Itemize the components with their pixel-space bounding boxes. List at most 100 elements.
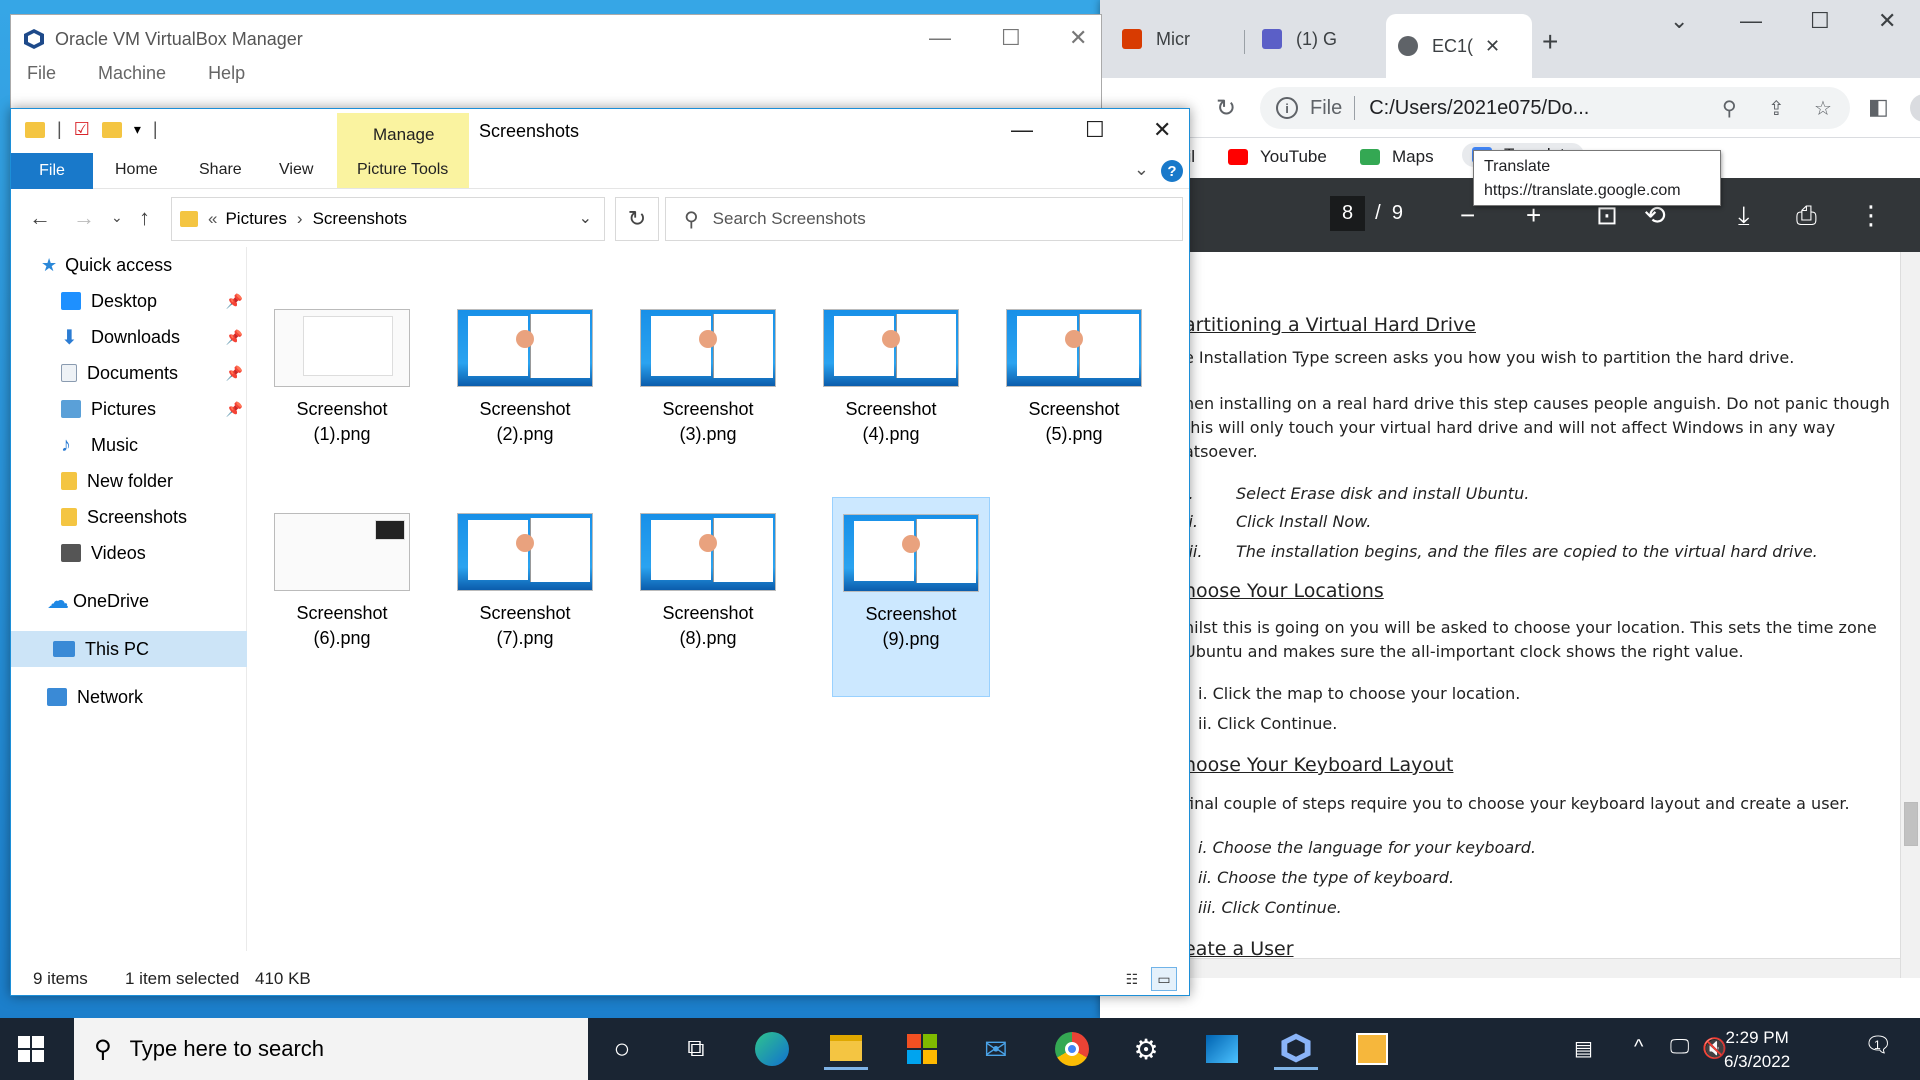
file-tile-selected[interactable]: Screenshot (9).png <box>832 497 990 697</box>
chrome-tab-teams[interactable]: (1) G <box>1250 20 1337 58</box>
tab-home[interactable]: Home <box>115 161 158 179</box>
nav-item-downloads[interactable]: ⬇ Downloads 📌 <box>11 319 247 355</box>
show-hidden-icons-icon[interactable]: ^ <box>1634 1036 1643 1059</box>
nav-item-music[interactable]: ♪ Music <box>11 427 247 463</box>
refresh-button[interactable]: ↻ <box>615 197 659 241</box>
cortana-icon[interactable]: ○ <box>600 1028 644 1070</box>
help-icon[interactable]: ? <box>1161 160 1183 182</box>
taskbar-search-input[interactable]: ⚲ Type here to search <box>74 1018 588 1080</box>
forward-icon[interactable]: → <box>73 205 95 231</box>
file-tile[interactable]: Screenshot (6).png <box>263 497 421 697</box>
search-input[interactable]: ⚲ Search Screenshots <box>665 197 1183 241</box>
menu-file[interactable]: File <box>27 63 56 84</box>
paint-app-icon[interactable] <box>1350 1028 1394 1070</box>
edge-icon[interactable] <box>750 1028 794 1070</box>
input-indicator-icon[interactable]: ▤ <box>1574 1036 1593 1061</box>
network-status-icon[interactable]: 🖵 <box>1670 1036 1689 1059</box>
chrome-tab-active[interactable]: EC1( ✕ <box>1386 14 1532 78</box>
new-tab-button[interactable]: + <box>1542 26 1558 58</box>
file-tile[interactable]: Screenshot (4).png <box>812 293 970 493</box>
customize-dropdown-icon[interactable]: ▾ <box>134 121 141 138</box>
chevron-down-icon[interactable]: ⌄ <box>579 208 592 228</box>
new-folder-icon[interactable] <box>101 121 122 138</box>
properties-icon[interactable]: ☑ <box>74 119 90 140</box>
close-tab-icon[interactable]: ✕ <box>1485 36 1500 57</box>
pdf-horizontal-scrollbar[interactable] <box>1100 958 1900 978</box>
task-view-icon[interactable]: ⧉ <box>674 1028 718 1070</box>
menu-machine[interactable]: Machine <box>98 63 166 84</box>
tab-picture-tools[interactable]: Picture Tools <box>357 161 448 179</box>
bookmark-youtube[interactable]: YouTube <box>1228 147 1327 167</box>
side-panel-icon[interactable]: ◧ <box>1868 94 1889 120</box>
maximize-button[interactable]: ☐ <box>1001 25 1021 51</box>
up-icon[interactable]: ↑ <box>139 205 150 231</box>
pin-icon[interactable]: 📌 <box>226 329 243 346</box>
pin-icon[interactable]: 📌 <box>226 365 243 382</box>
file-tile[interactable]: Screenshot (2).png <box>446 293 604 493</box>
nav-item-this-pc[interactable]: This PC <box>11 631 247 667</box>
notification-center-icon[interactable]: 🗨 1 <box>1864 1032 1892 1058</box>
breadcrumb-screenshots[interactable]: Screenshots <box>313 209 408 229</box>
recent-locations-icon[interactable]: ⌄ <box>111 209 123 226</box>
pdf-vertical-scrollbar[interactable] <box>1900 252 1920 978</box>
file-tile[interactable]: Screenshot (5).png <box>995 293 1153 493</box>
nav-item-videos[interactable]: Videos <box>11 535 247 571</box>
chrome-tab-office[interactable]: Micr <box>1110 20 1190 58</box>
info-icon[interactable]: i <box>1276 97 1298 119</box>
mail-icon[interactable]: ✉ <box>974 1028 1018 1070</box>
bookmark-maps[interactable]: Maps <box>1360 147 1434 167</box>
settings-gear-icon[interactable]: ⚙ <box>1124 1028 1168 1070</box>
scroll-thumb[interactable] <box>1904 802 1918 846</box>
details-view-icon[interactable]: ☷ <box>1119 967 1145 991</box>
photos-icon[interactable] <box>1200 1028 1244 1070</box>
nav-item-screenshots[interactable]: Screenshots <box>11 499 247 535</box>
breadcrumb-pictures[interactable]: Pictures <box>225 209 286 229</box>
close-button[interactable]: ✕ <box>1069 25 1087 51</box>
nav-item-onedrive[interactable]: ☁ OneDrive <box>11 583 247 619</box>
more-options-icon[interactable]: ⋮ <box>1858 200 1884 231</box>
nav-item-documents[interactable]: Documents 📌 <box>11 355 247 391</box>
large-icons-view-icon[interactable]: ▭ <box>1151 967 1177 991</box>
system-clock[interactable]: 2:29 PM 6/3/2022 <box>1724 1026 1790 1074</box>
nav-item-quick-access[interactable]: ★ Quick access <box>11 247 247 283</box>
minimize-button[interactable]: — <box>929 25 951 51</box>
file-tile[interactable]: Screenshot (3).png <box>629 293 787 493</box>
file-tile[interactable]: Screenshot (1).png <box>263 293 421 493</box>
virtualbox-taskbar-icon[interactable] <box>1274 1028 1318 1070</box>
address-bar[interactable]: i File C:/Users/2021e075/Do... ⚲ ⇪ ☆ <box>1260 87 1850 129</box>
nav-item-new-folder[interactable]: New folder <box>11 463 247 499</box>
print-icon[interactable]: ⎙ <box>1796 200 1817 232</box>
pin-icon[interactable]: 📌 <box>226 293 243 310</box>
nav-item-network[interactable]: Network <box>11 679 247 715</box>
maximize-button[interactable]: ☐ <box>1085 117 1105 143</box>
minimize-button[interactable]: — <box>1740 8 1762 34</box>
nav-item-desktop[interactable]: Desktop 📌 <box>11 283 247 319</box>
close-button[interactable]: ✕ <box>1153 117 1171 143</box>
minimize-button[interactable]: — <box>1011 117 1033 143</box>
profile-avatar[interactable] <box>1910 94 1920 122</box>
chrome-taskbar-icon[interactable] <box>1050 1028 1094 1070</box>
manage-label[interactable]: Manage <box>373 125 434 145</box>
file-tile[interactable]: Screenshot (7).png <box>446 497 604 697</box>
address-bar[interactable]: « Pictures › Screenshots ⌄ <box>171 197 605 241</box>
back-icon[interactable]: ← <box>29 205 51 231</box>
file-explorer-taskbar-icon[interactable] <box>824 1028 868 1070</box>
maximize-button[interactable]: ☐ <box>1810 8 1830 34</box>
menu-help[interactable]: Help <box>208 63 245 84</box>
windows-start-icon[interactable] <box>18 1036 44 1062</box>
tab-file[interactable]: File <box>11 153 93 189</box>
pin-icon[interactable]: 📌 <box>226 401 243 418</box>
bookmark-star-icon[interactable]: ☆ <box>1814 96 1832 121</box>
expand-ribbon-icon[interactable]: ⌄ <box>1134 159 1149 180</box>
reload-icon[interactable]: ↻ <box>1216 94 1236 123</box>
microsoft-store-icon[interactable] <box>900 1028 944 1070</box>
tab-view[interactable]: View <box>279 161 313 179</box>
nav-item-pictures[interactable]: Pictures 📌 <box>11 391 247 427</box>
close-button[interactable]: ✕ <box>1878 8 1896 34</box>
page-number-input[interactable]: 8 <box>1330 196 1366 231</box>
download-icon[interactable]: ⤓ <box>1738 200 1750 232</box>
chrome-tab-search-icon[interactable]: ⌄ <box>1670 8 1688 34</box>
file-tile[interactable]: Screenshot (8).png <box>629 497 787 697</box>
zoom-icon[interactable]: ⚲ <box>1722 96 1737 121</box>
tab-share[interactable]: Share <box>199 161 242 179</box>
